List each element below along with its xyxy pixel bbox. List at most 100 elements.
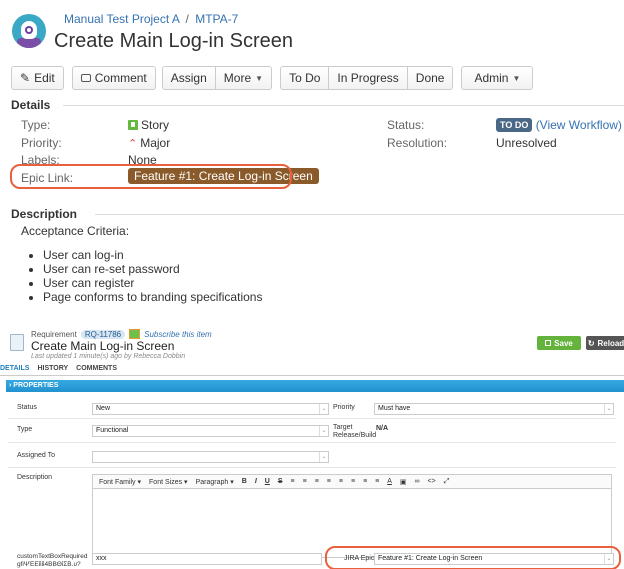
todo-button[interactable]: To Do [280, 66, 330, 90]
breadcrumb-project-link[interactable]: Manual Test Project A [64, 12, 179, 26]
description-body: Acceptance Criteria: User can log-in Use… [21, 224, 262, 304]
requirement-label: Requirement [31, 329, 77, 339]
status-lozenge: TO DO [496, 118, 533, 132]
text-color-icon[interactable]: A [387, 478, 392, 485]
type-value-text: Story [141, 118, 170, 132]
done-label: Done [415, 71, 445, 85]
save-button[interactable]: Save [537, 336, 581, 350]
breadcrumb-issue-link[interactable]: MTPA-7 [195, 12, 238, 26]
status-value: TO DO (View Workflow) [496, 118, 622, 132]
background-color-icon[interactable]: ▣ [400, 478, 407, 486]
type-label: Type: [21, 118, 51, 132]
outdent-icon[interactable]: ≡ [315, 478, 319, 485]
font-sizes-dropdown[interactable]: Font Sizes ▾ [149, 478, 188, 486]
bold-icon[interactable]: B [242, 478, 247, 485]
italic-icon[interactable]: I [255, 478, 257, 485]
save-icon [545, 340, 552, 346]
description-divider [95, 214, 624, 215]
tab-comments[interactable]: COMMENTS [76, 362, 117, 375]
paragraph-label: Paragraph [195, 478, 229, 486]
in-progress-button[interactable]: In Progress [328, 66, 408, 90]
strikethrough-icon[interactable]: S [278, 478, 283, 485]
epic-link-highlight [10, 164, 292, 189]
numbered-list-icon[interactable]: ≡ [303, 478, 307, 485]
code-icon[interactable]: <> [428, 478, 436, 485]
align-left-icon[interactable]: ≡ [339, 478, 343, 485]
admin-button[interactable]: Admin ▼ [461, 66, 534, 90]
edit-button[interactable]: ✎ Edit [11, 66, 64, 90]
status-field-label: Status [17, 404, 37, 411]
resolution-label: Resolution: [387, 136, 448, 150]
details-heading: Details [11, 98, 51, 112]
target-field-label-2: Release/Build [333, 432, 377, 439]
tab-history[interactable]: HISTORY [37, 362, 68, 375]
in-progress-label: In Progress [337, 71, 399, 85]
link-icon[interactable]: ∞ [415, 478, 420, 485]
subscribe-link[interactable]: Subscribe this item [144, 330, 212, 339]
font-sizes-label: Font Sizes [149, 478, 183, 486]
more-button[interactable]: More ▼ [214, 66, 273, 90]
jira-issue-view: Manual Test Project A / MTPA-7 Create Ma… [0, 0, 624, 310]
list-item: User can register [43, 276, 262, 290]
type-value: Story [128, 118, 169, 132]
requirement-title: Create Main Log-in Screen [31, 339, 175, 353]
align-center-icon[interactable]: ≡ [351, 478, 355, 485]
indent-icon[interactable]: ≡ [327, 478, 331, 485]
font-family-dropdown[interactable]: Font Family ▾ [99, 478, 141, 486]
view-workflow-link[interactable]: (View Workflow) [536, 118, 622, 132]
custom-textbox[interactable]: xxx [92, 553, 322, 565]
todo-label: To Do [289, 71, 321, 85]
requirement-tabs: DETAILS HISTORY COMMENTS [0, 362, 624, 376]
more-label: More [223, 71, 252, 85]
priority-select[interactable]: Must have [374, 403, 614, 415]
breadcrumb-separator: / [185, 12, 189, 26]
last-updated-text: Last updated 1 minute(s) ago by Rebecca … [31, 353, 186, 360]
properties-section-header[interactable]: › PROPERTIES [6, 380, 624, 392]
type-select[interactable]: Functional [92, 425, 329, 437]
status-select[interactable]: New [92, 403, 329, 415]
paragraph-dropdown[interactable]: Paragraph ▾ [196, 478, 234, 486]
font-family-label: Font Family [99, 478, 136, 486]
align-justify-icon[interactable]: ≡ [375, 478, 379, 485]
requirement-id[interactable]: RQ-11786 [80, 329, 126, 339]
priority-select-value: Must have [378, 405, 411, 412]
chevron-down-icon[interactable]: ⌄ [604, 404, 613, 414]
reload-button[interactable]: ↻ Reload [586, 336, 624, 350]
acceptance-criteria-intro: Acceptance Criteria: [21, 224, 130, 238]
admin-label: Admin [474, 71, 509, 85]
priority-value: ⌃ Major [128, 136, 170, 150]
status-select-value: New [96, 405, 111, 412]
assigned-to-select[interactable] [92, 451, 329, 463]
tab-details[interactable]: DETAILS [0, 362, 29, 375]
comment-button[interactable]: Comment [71, 66, 156, 90]
list-item: Page conforms to branding specifications [43, 290, 262, 304]
chevron-down-icon: ▼ [255, 73, 264, 83]
document-icon [10, 334, 24, 351]
acceptance-criteria-list: User can log-in User can re-set password… [43, 248, 262, 304]
assign-label: Assign [170, 71, 207, 85]
story-icon [128, 120, 138, 130]
custom-textbox-value: xxx [96, 555, 107, 562]
project-avatar-icon[interactable] [12, 14, 46, 48]
details-divider [63, 105, 624, 106]
bullet-list-icon[interactable]: ≡ [291, 478, 295, 485]
chevron-down-icon[interactable]: ⌄ [319, 404, 328, 414]
done-button[interactable]: Done [406, 66, 454, 90]
align-right-icon[interactable]: ≡ [363, 478, 367, 485]
assign-button[interactable]: Assign [161, 66, 216, 90]
major-priority-icon: ⌃ [128, 138, 138, 150]
target-value: N/A [376, 425, 389, 432]
issue-title: Create Main Log-in Screen [54, 30, 294, 52]
underline-icon[interactable]: U [265, 478, 270, 485]
description-heading: Description [11, 207, 78, 221]
row-divider [8, 442, 616, 443]
fullscreen-icon[interactable]: ⤢ [444, 478, 450, 486]
speech-bubble-icon [80, 74, 91, 82]
chevron-down-icon[interactable]: ⌄ [319, 452, 328, 462]
priority-label: Priority: [21, 136, 62, 150]
subscribe-icon[interactable] [129, 329, 141, 339]
chevron-down-icon[interactable]: ⌄ [319, 426, 328, 436]
list-item: User can re-set password [43, 262, 262, 276]
custom-field-label-2: gfiΨΈΕὶὶὶὶ4ΒΒΘὶΣΒ.υ? [17, 561, 81, 568]
requirement-view: Requirement RQ-11786 Subscribe this item… [0, 322, 624, 569]
